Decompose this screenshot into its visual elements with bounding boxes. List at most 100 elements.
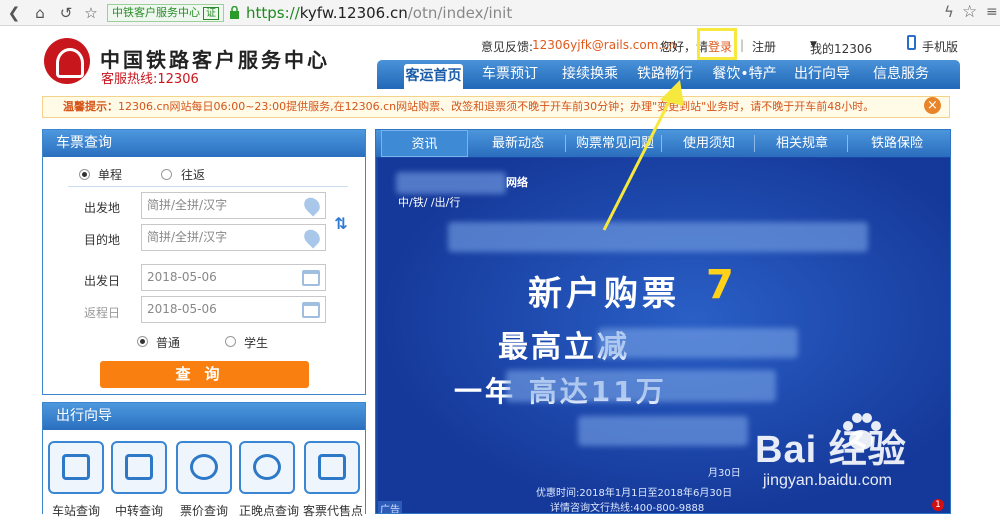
one-way-label: 单程: [98, 168, 123, 182]
depart-date-value: 2018-05-06: [147, 270, 217, 284]
tab-separator: [661, 135, 662, 152]
lock-icon: [230, 6, 239, 19]
return-date-input[interactable]: 2018-05-06: [141, 296, 326, 323]
blurred-heading: [448, 222, 868, 252]
to-station-input[interactable]: 简拼/全拼/汉字: [141, 224, 326, 251]
nav-railway-travel[interactable]: 铁路畅行: [630, 60, 700, 89]
travel-guide-panel: 出行向导 车站查询 中转查询 票价查询 正晚点查询 客票代售点: [42, 402, 366, 518]
guide-item-label[interactable]: 中转查询: [115, 502, 163, 519]
bookmark-star-icon[interactable]: ☆: [81, 3, 101, 23]
guide-item-label[interactable]: 票价查询: [180, 502, 228, 519]
divider: [68, 186, 348, 187]
caret-down-icon: ▼: [810, 40, 817, 50]
close-icon[interactable]: ×: [924, 97, 941, 114]
hotline-text: 客服热线:12306: [101, 72, 199, 87]
guide-panel-title: 出行向导: [43, 403, 365, 430]
blurred-amount: [598, 328, 798, 358]
to-placeholder: 简拼/全拼/汉字: [147, 230, 228, 244]
ticket-panel-title: 车票查询: [43, 130, 365, 157]
banner-validity: 优惠时间:2018年1月1日至2018年6月30日: [536, 488, 733, 499]
phone-icon: [907, 35, 916, 50]
location-pin-icon[interactable]: [301, 194, 323, 217]
from-station-input[interactable]: 简拼/全拼/汉字: [141, 192, 326, 219]
search-button[interactable]: 查询: [100, 361, 309, 388]
tab-faq[interactable]: 购票常见问题: [568, 130, 662, 157]
mobile-link[interactable]: 手机版: [922, 38, 958, 55]
nav-home[interactable]: 客运首页: [404, 64, 463, 89]
from-label: 出发地: [84, 201, 121, 215]
menu-icon[interactable]: ≡: [986, 4, 998, 20]
round-trip-label: 往返: [181, 168, 206, 182]
nav-info-service[interactable]: 信息服务: [866, 60, 936, 89]
ticket-agent-icon[interactable]: [304, 441, 360, 494]
watermark-brand: Bai 经验: [755, 429, 907, 471]
calendar-icon[interactable]: [302, 270, 320, 286]
feedback-email-link[interactable]: 12306yjfk@rails.com.cn: [532, 38, 676, 52]
tab-notice[interactable]: 使用须知: [664, 130, 754, 157]
login-highlight-box: [697, 28, 737, 60]
tab-separator: [565, 135, 566, 152]
student-ticket-label: 学生: [244, 336, 269, 350]
return-date-value: 2018-05-06: [147, 302, 217, 316]
forward-icon[interactable]: ⌂: [30, 3, 50, 23]
notice-text: 12306.cn网站每日06:00~23:00提供服务,在12306.cn网站购…: [118, 100, 875, 113]
guide-item-label[interactable]: 客票代售点: [303, 502, 363, 519]
blurred-middle: [506, 370, 776, 402]
return-date-label: 返程日: [84, 306, 121, 320]
tab-latest[interactable]: 最新动态: [473, 130, 563, 157]
guide-item-label[interactable]: 正晚点查询: [239, 502, 299, 519]
banner-subtitle: 中/铁/ /出/行: [398, 196, 461, 209]
main-navigation: 客运首页 车票预订 接续换乘 铁路畅行 餐饮•特产 出行向导 信息服务: [377, 60, 960, 89]
favorite-star-icon[interactable]: ☆: [962, 2, 977, 22]
student-ticket-radio[interactable]: [225, 336, 236, 347]
back-icon[interactable]: ❮: [4, 3, 24, 23]
feedback-label: 意见反馈:: [481, 40, 534, 54]
reload-icon[interactable]: ↺: [56, 3, 76, 23]
tab-insurance[interactable]: 铁路保险: [850, 130, 944, 157]
nav-transfer[interactable]: 接续换乘: [555, 60, 625, 89]
banner-highlight-number: 7: [706, 262, 734, 308]
normal-ticket-radio[interactable]: [137, 336, 148, 347]
my12306-label: 我的12306: [810, 42, 873, 56]
site-identity-label: 中铁客户服务中心: [112, 6, 200, 19]
station-query-icon[interactable]: [48, 441, 104, 494]
nav-ticket-booking[interactable]: 车票预订: [475, 60, 545, 89]
site-identity-badge[interactable]: 中铁客户服务中心证: [107, 4, 224, 22]
url-path: /otn/index/init: [407, 4, 513, 22]
watermark-url: jingyan.baidu.com: [763, 472, 892, 489]
banner-logo-text: 网络: [506, 176, 528, 189]
round-trip-radio[interactable]: [161, 169, 172, 180]
tab-separator: [754, 135, 755, 152]
baidu-watermark: Bai 经验 jingyan.baidu.com: [755, 410, 945, 510]
nav-food[interactable]: 餐饮•特产: [707, 60, 782, 89]
bolt-icon[interactable]: ϟ: [944, 3, 954, 21]
tab-news[interactable]: 资讯: [381, 130, 468, 157]
swap-stations-icon[interactable]: ⇅: [332, 213, 350, 235]
railway-logo: [44, 38, 90, 84]
blurred-bottom: [578, 416, 748, 446]
tab-rules[interactable]: 相关规章: [757, 130, 847, 157]
link-divider: |: [740, 38, 745, 52]
url-protocol: https://: [246, 4, 300, 22]
depart-date-input[interactable]: 2018-05-06: [141, 264, 326, 291]
from-placeholder: 简拼/全拼/汉字: [147, 198, 228, 212]
nav-travel-guide[interactable]: 出行向导: [787, 60, 857, 89]
banner-title: 新户购票: [528, 274, 680, 314]
notice-bar: 温馨提示：12306.cn网站每日06:00~23:00提供服务,在12306.…: [42, 96, 950, 118]
one-way-radio[interactable]: [79, 169, 90, 180]
price-query-icon[interactable]: [176, 441, 232, 494]
transfer-query-icon[interactable]: [111, 441, 167, 494]
blurred-logo: [396, 172, 506, 194]
guide-item-label[interactable]: 车站查询: [52, 502, 100, 519]
cert-badge: 证: [203, 7, 219, 20]
to-label: 目的地: [84, 233, 121, 247]
banner-date-end: 月30日: [708, 468, 741, 479]
ticket-search-panel: 车票查询 单程 往返 出发地 简拼/全拼/汉字 目的地 简拼/全拼/汉字 ⇅ 出…: [42, 129, 366, 395]
register-link[interactable]: 注册: [752, 38, 776, 55]
delay-query-icon[interactable]: [239, 441, 295, 494]
address-bar[interactable]: https://kyfw.12306.cn/otn/index/init: [246, 3, 512, 23]
location-pin-icon[interactable]: [301, 226, 323, 249]
normal-ticket-label: 普通: [156, 336, 181, 350]
calendar-icon[interactable]: [302, 302, 320, 318]
depart-date-label: 出发日: [84, 274, 121, 288]
